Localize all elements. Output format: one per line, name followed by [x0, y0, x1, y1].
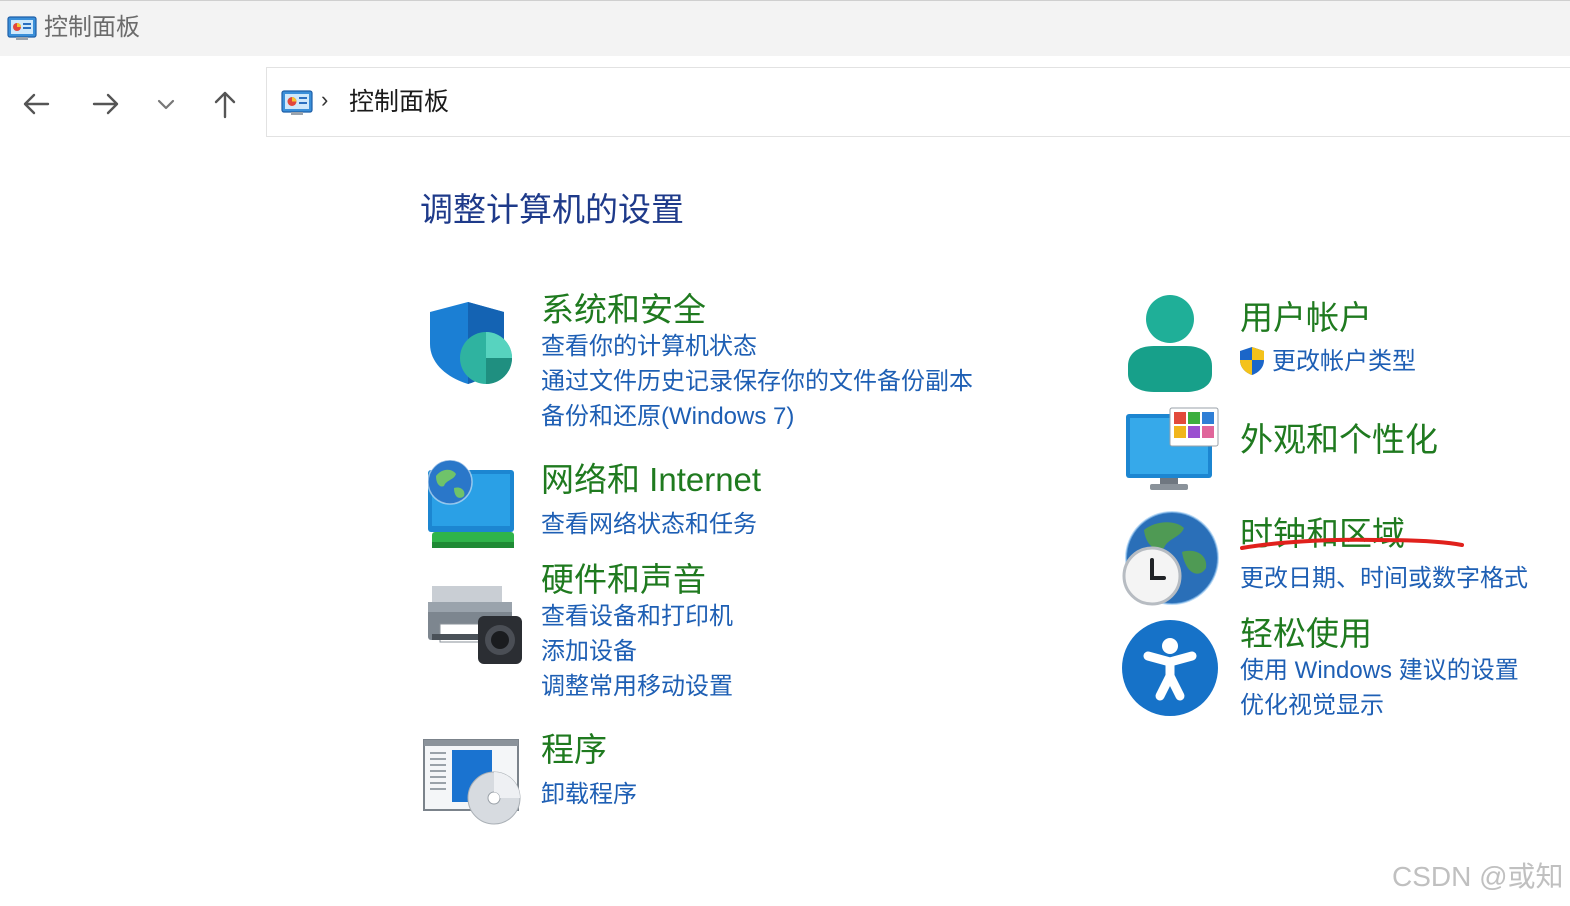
title-bar: 控制面板 — [0, 0, 1570, 56]
link-devices-printers[interactable]: 查看设备和打印机 — [541, 602, 733, 632]
arrow-up-icon — [214, 91, 236, 119]
address-bar[interactable]: › 控制面板 — [266, 67, 1570, 137]
watermark: CSDN @或知 — [1392, 861, 1564, 892]
monitor-personalize-icon[interactable] — [1124, 406, 1222, 492]
up-button[interactable] — [207, 86, 243, 122]
control-panel-icon — [281, 90, 313, 115]
programs-disc-icon[interactable] — [422, 738, 522, 826]
user-icon[interactable] — [1124, 294, 1216, 394]
category-user-accounts[interactable]: 用户帐户 — [1240, 298, 1372, 338]
link-change-date-time-format[interactable]: 更改日期、时间或数字格式 — [1240, 564, 1528, 594]
shield-icon[interactable] — [426, 298, 518, 388]
forward-button[interactable] — [88, 86, 124, 122]
control-panel-icon — [7, 16, 37, 40]
back-button[interactable] — [18, 86, 54, 122]
category-appearance-personalization[interactable]: 外观和个性化 — [1240, 420, 1438, 460]
recent-locations-button[interactable] — [148, 86, 184, 122]
link-add-device[interactable]: 添加设备 — [541, 637, 637, 667]
category-system-security[interactable]: 系统和安全 — [541, 290, 706, 330]
page-title: 调整计算机的设置 — [420, 191, 684, 228]
category-programs[interactable]: 程序 — [541, 730, 607, 770]
link-view-computer-status[interactable]: 查看你的计算机状态 — [541, 332, 757, 362]
network-globe-icon[interactable] — [424, 458, 520, 550]
category-ease-of-access[interactable]: 轻松使用 — [1240, 614, 1372, 654]
arrow-left-icon — [23, 93, 50, 115]
link-recommended-settings[interactable]: 使用 Windows 建议的设置 — [1240, 656, 1519, 686]
category-hardware-sound[interactable]: 硬件和声音 — [541, 560, 706, 600]
arrow-right-icon — [92, 93, 119, 115]
window-title: 控制面板 — [44, 14, 140, 41]
chevron-down-icon — [157, 99, 175, 110]
uac-shield-icon — [1240, 347, 1264, 375]
link-network-status[interactable]: 查看网络状态和任务 — [541, 510, 757, 540]
printer-speaker-icon[interactable] — [426, 582, 522, 666]
link-mobility-settings[interactable]: 调整常用移动设置 — [541, 672, 733, 702]
link-optimize-visual-display[interactable]: 优化视觉显示 — [1240, 691, 1384, 721]
breadcrumb-separator[interactable]: › — [321, 87, 328, 113]
link-uninstall-program[interactable]: 卸载程序 — [541, 780, 637, 810]
globe-clock-icon[interactable] — [1120, 508, 1222, 610]
link-change-account-type[interactable]: 更改帐户类型 — [1272, 347, 1416, 377]
link-file-history-backup[interactable]: 通过文件历史记录保存你的文件备份副本 — [541, 367, 973, 397]
breadcrumb-current[interactable]: 控制面板 — [349, 86, 449, 118]
red-underline-annotation — [1240, 537, 1464, 550]
link-backup-restore[interactable]: 备份和还原(Windows 7) — [541, 402, 794, 432]
category-network-internet[interactable]: 网络和 Internet — [541, 460, 761, 500]
accessibility-icon[interactable] — [1120, 618, 1220, 718]
